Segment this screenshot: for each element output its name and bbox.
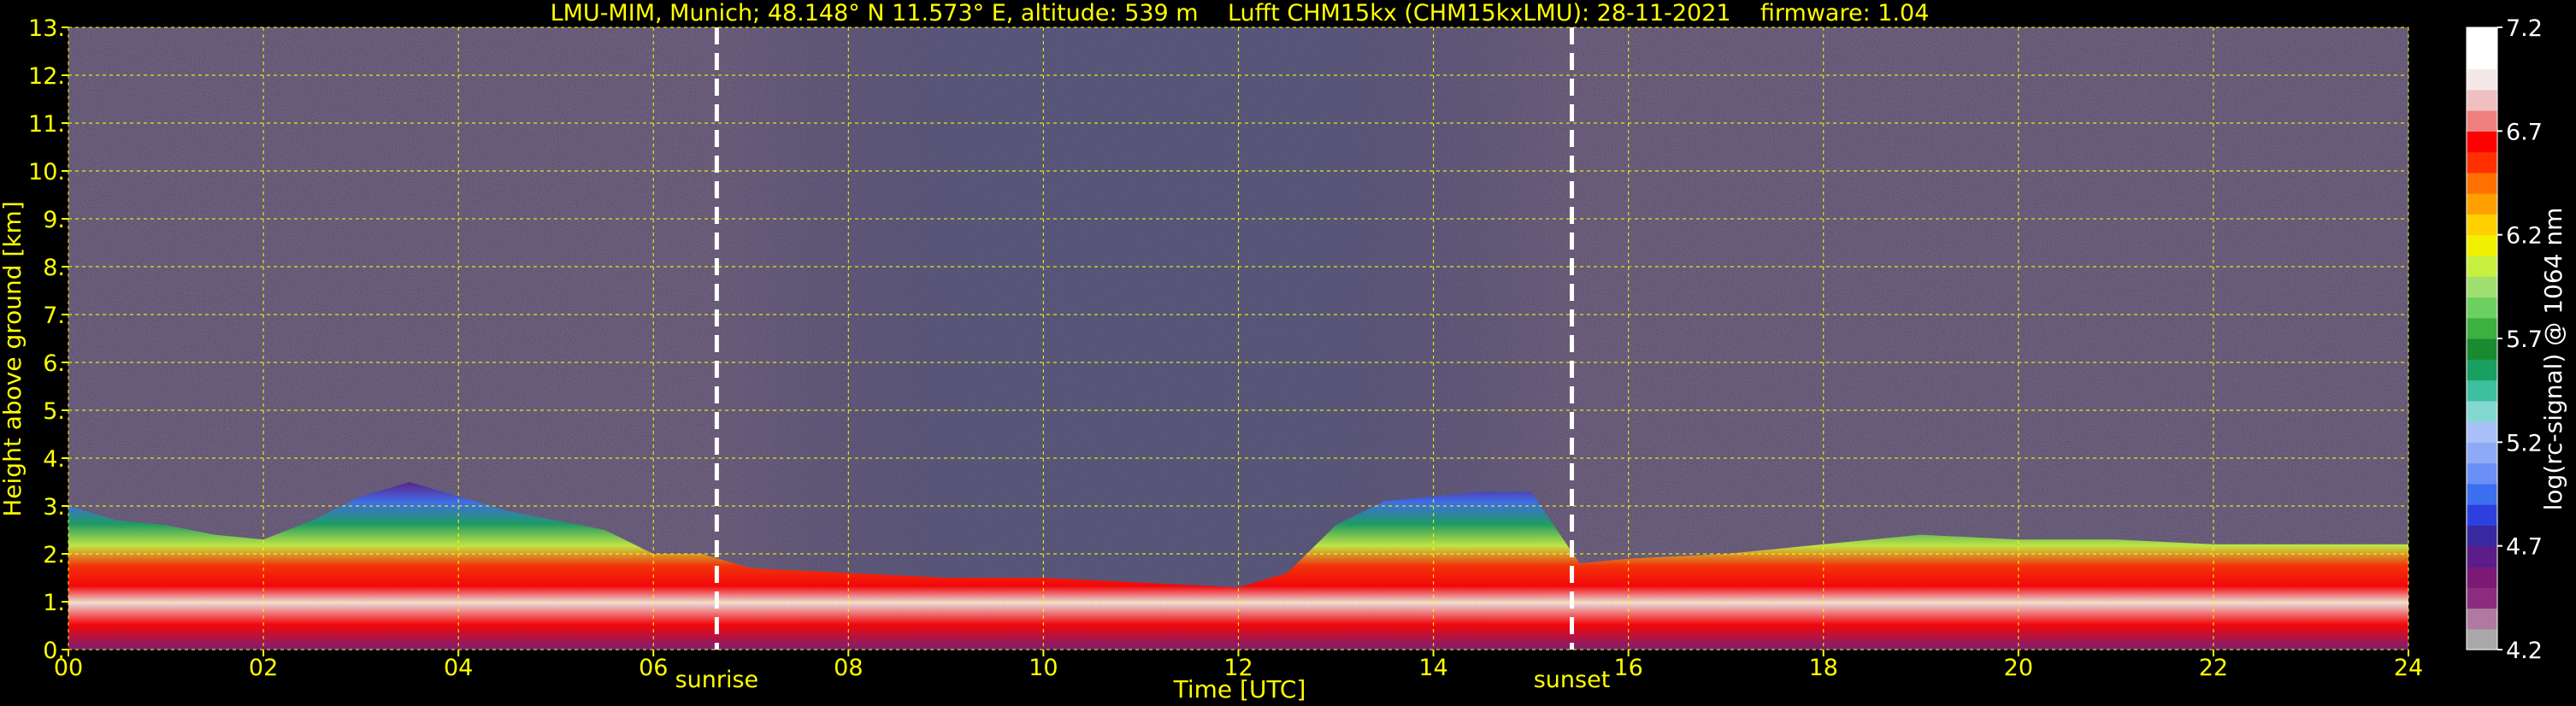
colorbar-segment <box>2467 504 2497 526</box>
x-tick-label: 24 <box>2394 655 2423 681</box>
colorbar-segment <box>2467 234 2497 256</box>
y-tick-label: 4. <box>43 446 65 473</box>
colorbar-segment <box>2467 172 2497 194</box>
colorbar: 4.2 4.7 5.2 5.7 6.2 6.7 7.2 <box>2466 15 2543 664</box>
x-tick-label: 02 <box>249 655 278 681</box>
y-tick-label: 5. <box>43 398 65 425</box>
colorbar-segment <box>2467 131 2497 153</box>
colorbar-segment <box>2467 214 2497 236</box>
colorbar-tick-label: 5.7 <box>2506 327 2543 353</box>
y-tick-label: 3. <box>43 494 65 521</box>
x-tick-label: 10 <box>1029 655 1058 681</box>
ceilometer-chart: sunrise sunset 00 02 04 06 08 10 12 14 16 18 20 22 24… <box>0 0 2567 703</box>
y-axis-label: Height above ground [km] <box>0 201 27 517</box>
x-tick-label: 06 <box>639 655 668 681</box>
y-axis: 0. 1. 2. 3. 4. 5. 6. 7. 8. 9. 10. 11. 12. 13. <box>28 15 68 664</box>
y-tick-label: 2. <box>43 542 65 568</box>
colorbar-segment <box>2467 317 2497 339</box>
colorbar-segment <box>2467 48 2497 70</box>
colorbar-segment <box>2467 462 2497 485</box>
colorbar-segment <box>2467 89 2497 111</box>
colorbar-segment <box>2467 628 2497 650</box>
x-tick-label: 22 <box>2199 655 2228 681</box>
colorbar-segment <box>2467 255 2497 277</box>
y-tick-label: 12. <box>28 63 65 90</box>
plot-area: sunrise sunset <box>68 26 2409 693</box>
y-tick-label: 0. <box>43 638 65 664</box>
x-tick-label: 14 <box>1418 655 1447 681</box>
y-tick-label: 10. <box>28 159 65 185</box>
colorbar-segment <box>2467 338 2497 360</box>
y-tick-label: 1. <box>43 590 65 616</box>
colorbar-segment <box>2467 400 2497 422</box>
y-tick-label: 8. <box>43 255 65 281</box>
colorbar-segment <box>2467 566 2497 588</box>
x-axis-label: Time [UTC] <box>1173 675 1306 703</box>
colorbar-tick-label: 6.2 <box>2506 223 2543 250</box>
colorbar-segment <box>2467 483 2497 505</box>
y-tick-label: 6. <box>43 350 65 377</box>
colorbar-segment <box>2467 442 2497 464</box>
colorbar-segment <box>2467 151 2497 174</box>
x-tick-label: 18 <box>1809 655 1838 681</box>
y-tick-label: 9. <box>43 207 65 233</box>
colorbar-segment <box>2467 68 2497 91</box>
colorbar-segment <box>2467 359 2497 381</box>
x-tick-label: 04 <box>444 655 473 681</box>
colorbar-segment <box>2467 276 2497 298</box>
y-tick-label: 7. <box>43 303 65 329</box>
colorbar-segment <box>2467 110 2497 132</box>
colorbar-segment <box>2467 297 2497 319</box>
colorbar-tick-label: 4.2 <box>2506 638 2543 664</box>
colorbar-tick-label: 6.7 <box>2506 119 2543 145</box>
colorbar-segment <box>2467 379 2497 402</box>
colorbar-segment <box>2467 421 2497 443</box>
y-tick-label: 13. <box>28 15 65 42</box>
colorbar-tick-label: 4.7 <box>2506 534 2543 561</box>
y-tick-label: 11. <box>28 111 65 138</box>
marker-label-sunrise: sunrise <box>675 667 759 693</box>
colorbar-tick-label: 5.2 <box>2506 430 2543 456</box>
colorbar-segment <box>2467 608 2497 630</box>
x-tick-label: 16 <box>1613 655 1642 681</box>
chart-title: LMU-MIM, Munich; 48.148° N 11.573° E, al… <box>551 0 1930 26</box>
marker-label-sunset: sunset <box>1534 667 1611 693</box>
colorbar-segment <box>2467 193 2497 215</box>
colorbar-segment <box>2467 27 2497 49</box>
colorbar-label: log(rc-signal) @ 1064 nm <box>2539 208 2567 511</box>
x-tick-label: 08 <box>834 655 863 681</box>
colorbar-segment <box>2467 587 2497 609</box>
colorbar-tick-label: 7.2 <box>2506 15 2543 42</box>
colorbar-segment <box>2467 525 2497 547</box>
x-tick-label: 20 <box>2004 655 2033 681</box>
colorbar-segment <box>2467 545 2497 568</box>
